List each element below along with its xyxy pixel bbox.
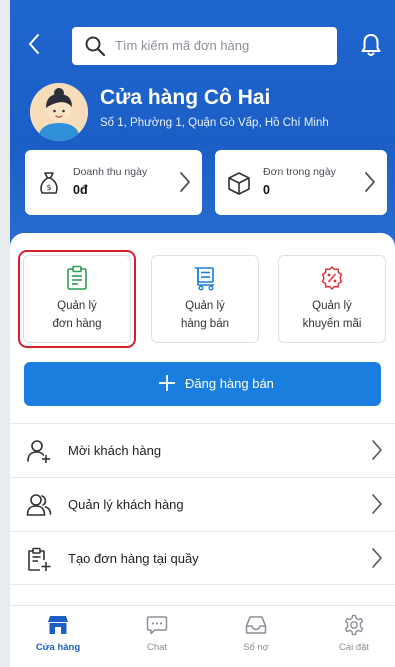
nav-label: Cài đặt xyxy=(338,642,370,653)
menu-label: Quản lý khách hàng xyxy=(68,497,184,512)
chevron-right-icon xyxy=(372,494,382,514)
menu-customer-management[interactable]: Quản lý khách hàng xyxy=(10,477,395,531)
cart-icon xyxy=(194,267,214,291)
menu-create-counter-order[interactable]: Tạo đơn hàng tại quầy xyxy=(10,531,395,585)
app-screen: Tìm kiếm mã đơn hàng Cửa hàng Cô Hai Số … xyxy=(10,0,395,667)
bottom-nav: Cửa hàng Chat Sổ nợ Cài đặt xyxy=(10,605,395,667)
daily-revenue-card[interactable]: $ Doanh thu ngày 0đ xyxy=(25,150,202,215)
box-icon xyxy=(228,172,250,195)
tile-order-management[interactable]: Quản lý đơn hàng xyxy=(23,255,131,343)
chevron-left-icon xyxy=(29,34,39,54)
menu-invite-customer[interactable]: Mời khách hàng xyxy=(10,423,395,477)
search-icon xyxy=(85,36,106,57)
tile-label-line1: Quản lý xyxy=(185,300,225,312)
avatar xyxy=(30,83,88,141)
stat-value: 0 xyxy=(263,183,270,197)
chat-icon xyxy=(146,616,168,635)
add-order-icon xyxy=(28,547,51,571)
main-panel: Quản lý đơn hàng Quản lý hàng bán Quản l… xyxy=(10,233,395,605)
header: Tìm kiếm mã đơn hàng Cửa hàng Cô Hai Số … xyxy=(10,0,395,260)
nav-label: Chat xyxy=(146,642,168,653)
tile-label-line2: đơn hàng xyxy=(52,318,102,330)
nav-chat[interactable]: Chat xyxy=(122,614,192,653)
svg-text:$: $ xyxy=(46,183,51,192)
inbox-icon xyxy=(245,616,267,634)
money-bag-icon: $ xyxy=(40,172,58,194)
store-icon xyxy=(48,616,68,634)
store-name: Cửa hàng Cô Hai xyxy=(100,86,271,109)
menu-label: Mời khách hàng xyxy=(68,443,162,458)
tile-label-line2: khuyến mãi xyxy=(302,318,362,330)
clipboard-icon xyxy=(67,265,87,290)
tile-label-line1: Quản lý xyxy=(57,300,97,312)
search-input[interactable]: Tìm kiếm mã đơn hàng xyxy=(72,27,337,65)
plus-icon xyxy=(159,375,175,391)
store-address: Số 1, Phường 1, Quận Gò Vấp, Hồ Chí Minh xyxy=(100,117,329,129)
chevron-right-icon xyxy=(372,440,382,460)
daily-orders-card[interactable]: Đơn trong ngày 0 xyxy=(215,150,387,215)
nav-label: Cửa hàng xyxy=(35,642,81,653)
nav-debt-book[interactable]: Sổ nợ xyxy=(221,614,291,653)
tile-label-line2: hàng bán xyxy=(181,318,229,330)
chevron-right-icon xyxy=(180,172,190,192)
chevron-right-icon xyxy=(365,172,375,192)
settings-gear-icon xyxy=(344,614,364,636)
nav-label: Sổ nợ xyxy=(243,642,269,653)
bell-icon[interactable] xyxy=(360,32,382,58)
tile-label-line1: Quản lý xyxy=(312,300,352,312)
tile-product-management[interactable]: Quản lý hàng bán xyxy=(151,255,259,343)
menu-label: Tạo đơn hàng tại quầy xyxy=(68,551,199,566)
nav-store[interactable]: Cửa hàng xyxy=(23,614,93,653)
discount-badge-icon xyxy=(321,266,343,290)
post-product-label: Đăng hàng bán xyxy=(185,376,274,391)
users-icon xyxy=(26,494,52,516)
stat-label: Đơn trong ngày xyxy=(263,166,336,178)
stat-label: Doanh thu ngày xyxy=(73,166,148,178)
back-button[interactable] xyxy=(28,33,50,59)
search-placeholder: Tìm kiếm mã đơn hàng xyxy=(115,38,250,53)
post-product-button[interactable]: Đăng hàng bán xyxy=(24,362,381,406)
chevron-right-icon xyxy=(372,548,382,568)
nav-settings[interactable]: Cài đặt xyxy=(319,614,389,653)
tile-promotion-management[interactable]: Quản lý khuyến mãi xyxy=(278,255,386,343)
stat-value: 0đ xyxy=(73,183,88,197)
add-user-icon xyxy=(27,440,50,463)
